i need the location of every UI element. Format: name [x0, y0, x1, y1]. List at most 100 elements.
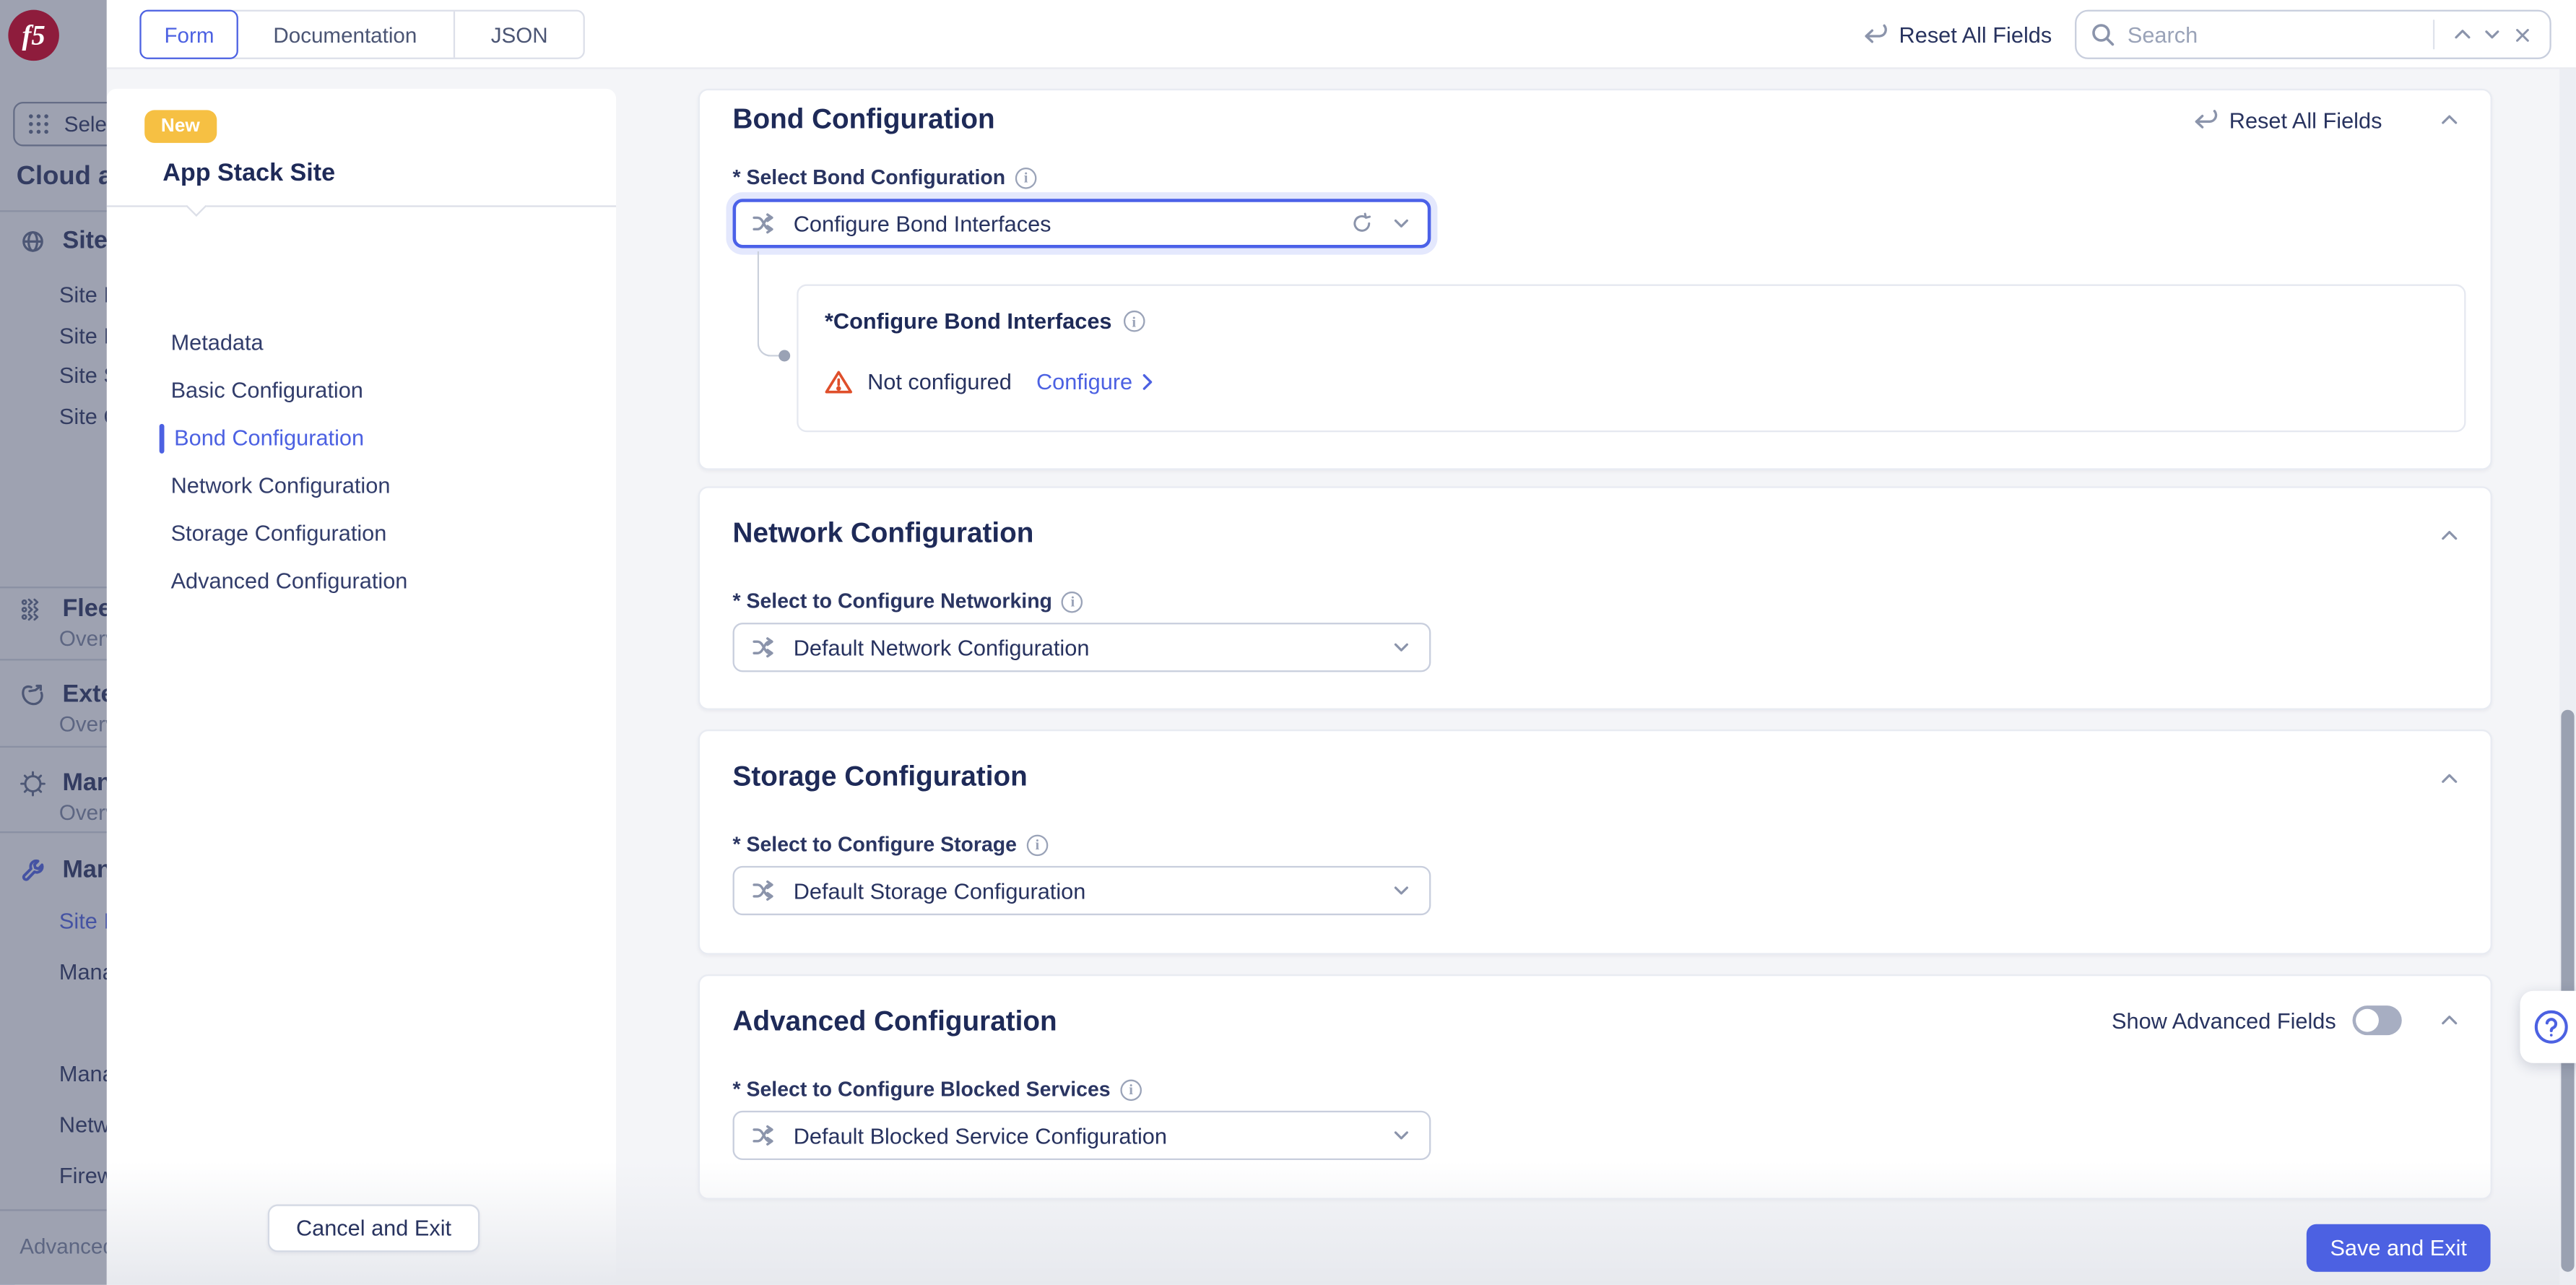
- wizard-nav-network-configuration[interactable]: Network Configuration: [171, 473, 391, 499]
- configure-bond-interfaces-panel: *Configure Bond Interfaces i Not configu…: [797, 285, 2466, 433]
- wizard-nav-basic-configuration[interactable]: Basic Configuration: [171, 378, 363, 404]
- topbar: Form Documentation JSON Reset All Fields: [107, 0, 2576, 69]
- bond-configuration-select[interactable]: Configure Bond Interfaces: [733, 199, 1431, 248]
- info-icon[interactable]: i: [1062, 591, 1084, 613]
- field-label-text: * Select to Configure Storage: [733, 833, 1017, 856]
- refresh-icon[interactable]: [1350, 212, 1374, 235]
- chevron-up-icon: [2451, 23, 2474, 46]
- form-content: Bond Configuration Reset All Fields * Se…: [616, 69, 2576, 1285]
- configure-link[interactable]: Configure: [1036, 370, 1159, 394]
- section-title: Advanced Configuration: [733, 1005, 1057, 1038]
- sidebar-group-subtitle[interactable]: Overv: [59, 626, 107, 651]
- sidebar-advanced-label[interactable]: Advanced: [19, 1234, 107, 1258]
- chevron-down-icon[interactable]: [1389, 879, 1413, 902]
- show-advanced-fields-toggle[interactable]: [2353, 1005, 2402, 1035]
- wizard-nav-panel: New App Stack Site Metadata Basic Config…: [107, 89, 616, 1285]
- section-title: Bond Configuration: [733, 103, 995, 136]
- field-label: * Select to Configure Networking i: [733, 590, 1084, 613]
- storage-select[interactable]: Default Storage Configuration: [733, 866, 1431, 915]
- sidebar-item-site[interactable]: Site C: [59, 404, 107, 429]
- tree-connector: [758, 251, 784, 357]
- wizard-nav-storage-configuration[interactable]: Storage Configuration: [171, 521, 387, 547]
- section-storage-configuration: Storage Configuration * Select to Config…: [698, 730, 2492, 955]
- info-icon[interactable]: i: [1120, 1078, 1142, 1100]
- select-value: Default Storage Configuration: [794, 878, 1374, 903]
- sidebar-group-label: Man: [62, 769, 106, 797]
- active-nav-indicator: [160, 424, 165, 454]
- tree-connector-dot: [779, 350, 790, 362]
- sidebar-group-label: Sites: [62, 227, 106, 255]
- sidebar-divider: [0, 1209, 107, 1211]
- section-reset-all-fields-button[interactable]: Reset All Fields: [2191, 107, 2382, 133]
- app-sidebar: Sele Cloud a Sites Site I Site I Site S …: [0, 0, 107, 1285]
- chevron-down-icon[interactable]: [1389, 1124, 1413, 1147]
- info-icon[interactable]: i: [1027, 834, 1049, 855]
- sidebar-group-subtitle[interactable]: Overv: [59, 711, 107, 736]
- sidebar-item-site[interactable]: Site I: [59, 324, 107, 348]
- select-service-box[interactable]: Sele: [13, 102, 107, 146]
- grid-icon: [26, 112, 51, 137]
- info-icon[interactable]: i: [1123, 311, 1145, 332]
- shuffle-icon: [751, 634, 777, 660]
- search-next-button[interactable]: [2477, 20, 2507, 49]
- collapse-section-icon[interactable]: [2438, 767, 2461, 790]
- networking-select[interactable]: Default Network Configuration: [733, 623, 1431, 672]
- wizard-title: App Stack Site: [162, 160, 335, 188]
- sidebar-group-external[interactable]: Exte: [0, 680, 107, 709]
- search-close-button[interactable]: [2507, 20, 2536, 49]
- new-badge: New: [144, 110, 216, 142]
- shuffle-icon: [751, 878, 777, 904]
- cancel-and-exit-button[interactable]: Cancel and Exit: [268, 1204, 480, 1252]
- sidebar-item-manage[interactable]: Mana: [59, 1062, 107, 1086]
- sidebar-item-site-management[interactable]: Site I: [59, 909, 107, 933]
- sidebar-item-network[interactable]: Netw: [59, 1112, 107, 1137]
- nested-field-label: *Configure Bond Interfaces i: [825, 309, 1145, 334]
- sidebar-item-manage[interactable]: Mana: [59, 959, 107, 984]
- blocked-services-select[interactable]: Default Blocked Service Configuration: [733, 1111, 1431, 1160]
- helm-icon: [19, 770, 45, 796]
- f5-logo[interactable]: f5: [8, 10, 59, 61]
- wizard-nav-metadata[interactable]: Metadata: [171, 330, 264, 356]
- collapse-section-icon[interactable]: [2438, 1009, 2461, 1032]
- nested-field-label-text: *Configure Bond Interfaces: [825, 309, 1112, 334]
- sidebar-group-label: Man: [62, 856, 106, 884]
- chevron-down-icon[interactable]: [1389, 212, 1413, 235]
- search-divider: [2433, 20, 2434, 49]
- sidebar-group-subtitle[interactable]: Overv: [59, 800, 107, 825]
- section-network-configuration: Network Configuration * Select to Config…: [698, 486, 2492, 709]
- toggle-knob: [2356, 1009, 2379, 1032]
- workspace-title: Cloud a: [17, 163, 107, 192]
- collapse-section-icon[interactable]: [2438, 108, 2461, 131]
- sidebar-group-manage[interactable]: Man: [0, 856, 107, 884]
- info-icon[interactable]: i: [1015, 167, 1037, 189]
- wizard-nav-bond-configuration[interactable]: Bond Configuration: [174, 425, 364, 451]
- tab-json[interactable]: JSON: [455, 12, 584, 58]
- reset-all-fields-button[interactable]: Reset All Fields: [1861, 22, 2052, 48]
- collapse-section-icon[interactable]: [2438, 524, 2461, 548]
- tab-documentation[interactable]: Documentation: [237, 12, 454, 58]
- chevron-down-icon[interactable]: [1389, 636, 1413, 659]
- sidebar-item-site[interactable]: Site I: [59, 282, 107, 307]
- help-button[interactable]: [2520, 991, 2576, 1063]
- chevron-down-icon: [2481, 23, 2504, 46]
- close-icon: [2511, 24, 2533, 46]
- select-value: Default Network Configuration: [794, 635, 1374, 659]
- tab-form[interactable]: Form: [139, 10, 238, 59]
- wrench-icon: [19, 857, 45, 883]
- sidebar-group-fleet[interactable]: Flee: [0, 594, 107, 623]
- search-prev-button[interactable]: [2447, 20, 2477, 49]
- select-value: Default Blocked Service Configuration: [794, 1123, 1374, 1148]
- fleet-icon: [19, 596, 45, 622]
- undo-icon: [1861, 22, 1887, 48]
- sidebar-divider: [0, 210, 107, 212]
- sidebar-group-sites[interactable]: Sites: [0, 227, 107, 255]
- sidebar-item-site[interactable]: Site S: [59, 363, 107, 388]
- save-and-exit-button[interactable]: Save and Exit: [2307, 1224, 2491, 1272]
- field-label-text: * Select to Configure Blocked Services: [733, 1078, 1111, 1101]
- sidebar-group-managed-k8s[interactable]: Man: [0, 769, 107, 797]
- section-title: Storage Configuration: [733, 761, 1028, 793]
- sidebar-item-firewall[interactable]: Firew: [59, 1164, 107, 1188]
- search-input[interactable]: [2128, 22, 2420, 47]
- sidebar-divider: [0, 587, 107, 588]
- wizard-nav-advanced-configuration[interactable]: Advanced Configuration: [171, 568, 408, 594]
